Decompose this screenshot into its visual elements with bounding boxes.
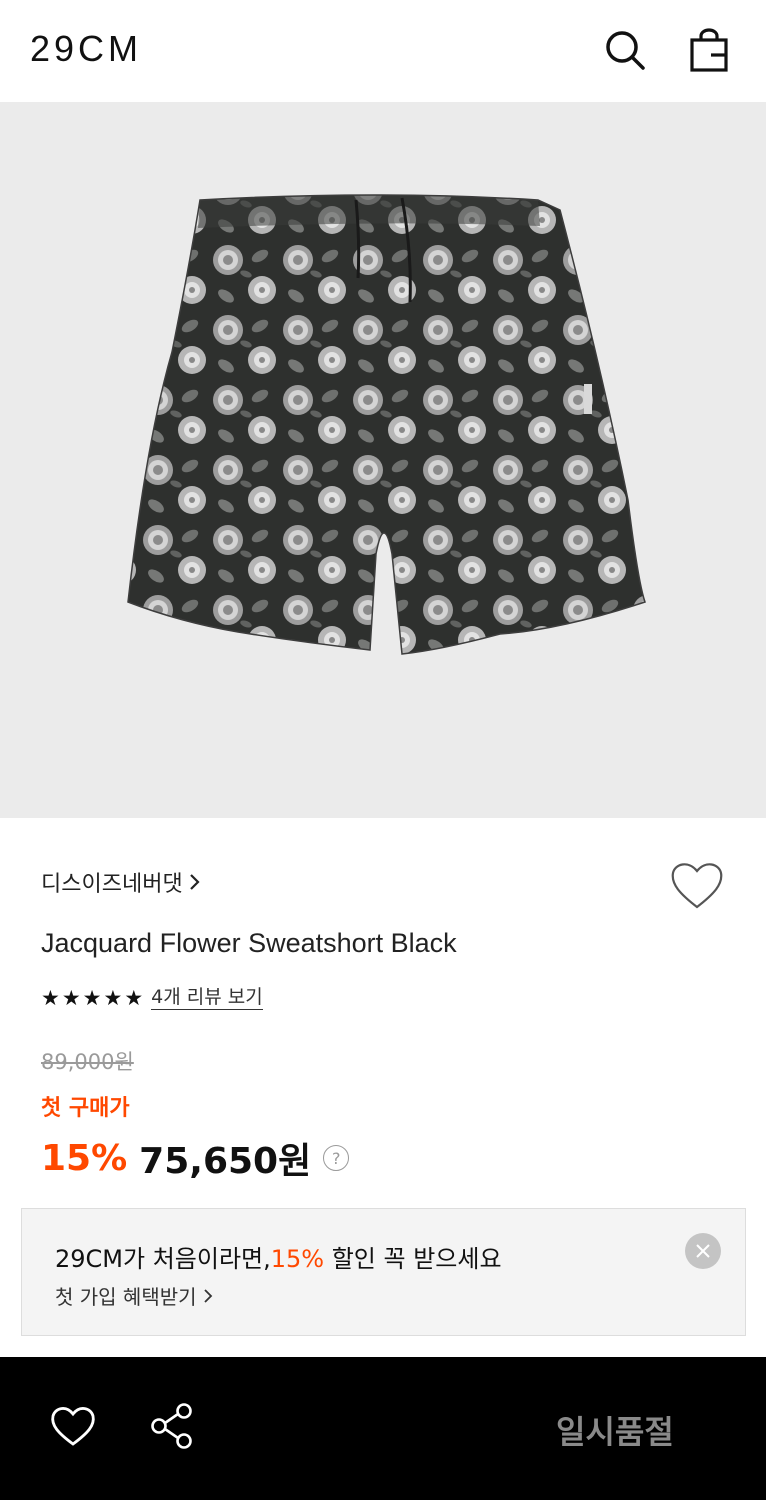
share-icon — [151, 1403, 192, 1449]
sale-price: 75,650원 — [139, 1141, 312, 1182]
product-name: Jacquard Flower Sweatshort Black — [41, 928, 457, 958]
first-purchase-banner[interactable]: 29CM가 처음이라면,15% 할인 꼭 받으세요 첫 가입 혜택받기 — [21, 1208, 746, 1336]
brand-link[interactable]: 디스이즈네버댓 — [41, 866, 201, 898]
signup-benefit-link[interactable]: 첫 가입 혜택받기 — [55, 1281, 213, 1310]
soldout-button[interactable]: 일시품절 — [556, 1407, 674, 1453]
star-rating: ★ ★ ★ ★ ★ — [41, 986, 143, 1010]
bottom-action-bar: 일시품절 — [0, 1357, 766, 1500]
product-image[interactable] — [0, 102, 766, 818]
discount-rate: 15% — [41, 1137, 128, 1179]
promo-title: 29CM가 처음이라면,15% 할인 꼭 받으세요 — [55, 1239, 502, 1274]
star-icon: ★ — [82, 986, 102, 1010]
wishlist-button[interactable] — [668, 858, 726, 912]
search-button[interactable] — [599, 24, 651, 76]
logo[interactable]: 29CM — [30, 28, 142, 70]
promo-title-prefix: 29CM가 처음이라면, — [55, 1245, 271, 1273]
close-icon — [696, 1244, 710, 1258]
brand-name: 디스이즈네버댓 — [41, 872, 183, 897]
cart-button[interactable] — [683, 24, 735, 76]
chevron-right-icon — [189, 874, 200, 890]
promo-title-suffix: 할인 꼭 받으세요 — [324, 1245, 502, 1273]
star-icon: ★ — [61, 986, 81, 1010]
heart-icon — [671, 863, 723, 909]
price-row: 15% 75,650원 ? — [41, 1132, 350, 1184]
shopping-bag-icon — [690, 28, 728, 72]
heart-icon — [51, 1407, 95, 1446]
shorts-image — [127, 194, 646, 655]
original-price: 89,000원 — [41, 1050, 134, 1074]
wishlist-bottom-button[interactable] — [48, 1403, 98, 1449]
first-purchase-label: 첫 구매가 — [41, 1096, 130, 1121]
promo-subtitle: 첫 가입 혜택받기 — [55, 1285, 197, 1309]
app-header: 29CM — [0, 0, 766, 102]
rating-row: ★ ★ ★ ★ ★ 4개 리뷰 보기 — [41, 986, 263, 1010]
search-icon — [606, 31, 645, 70]
star-icon: ★ — [41, 986, 60, 1010]
review-link[interactable]: 4개 리뷰 보기 — [151, 986, 263, 1010]
promo-title-accent: 15% — [270, 1245, 325, 1273]
chevron-right-icon — [203, 1288, 212, 1303]
promo-close-button[interactable] — [685, 1233, 721, 1269]
star-icon: ★ — [124, 986, 144, 1010]
star-icon: ★ — [103, 986, 123, 1010]
help-icon[interactable]: ? — [323, 1145, 350, 1171]
share-button[interactable] — [148, 1401, 196, 1451]
